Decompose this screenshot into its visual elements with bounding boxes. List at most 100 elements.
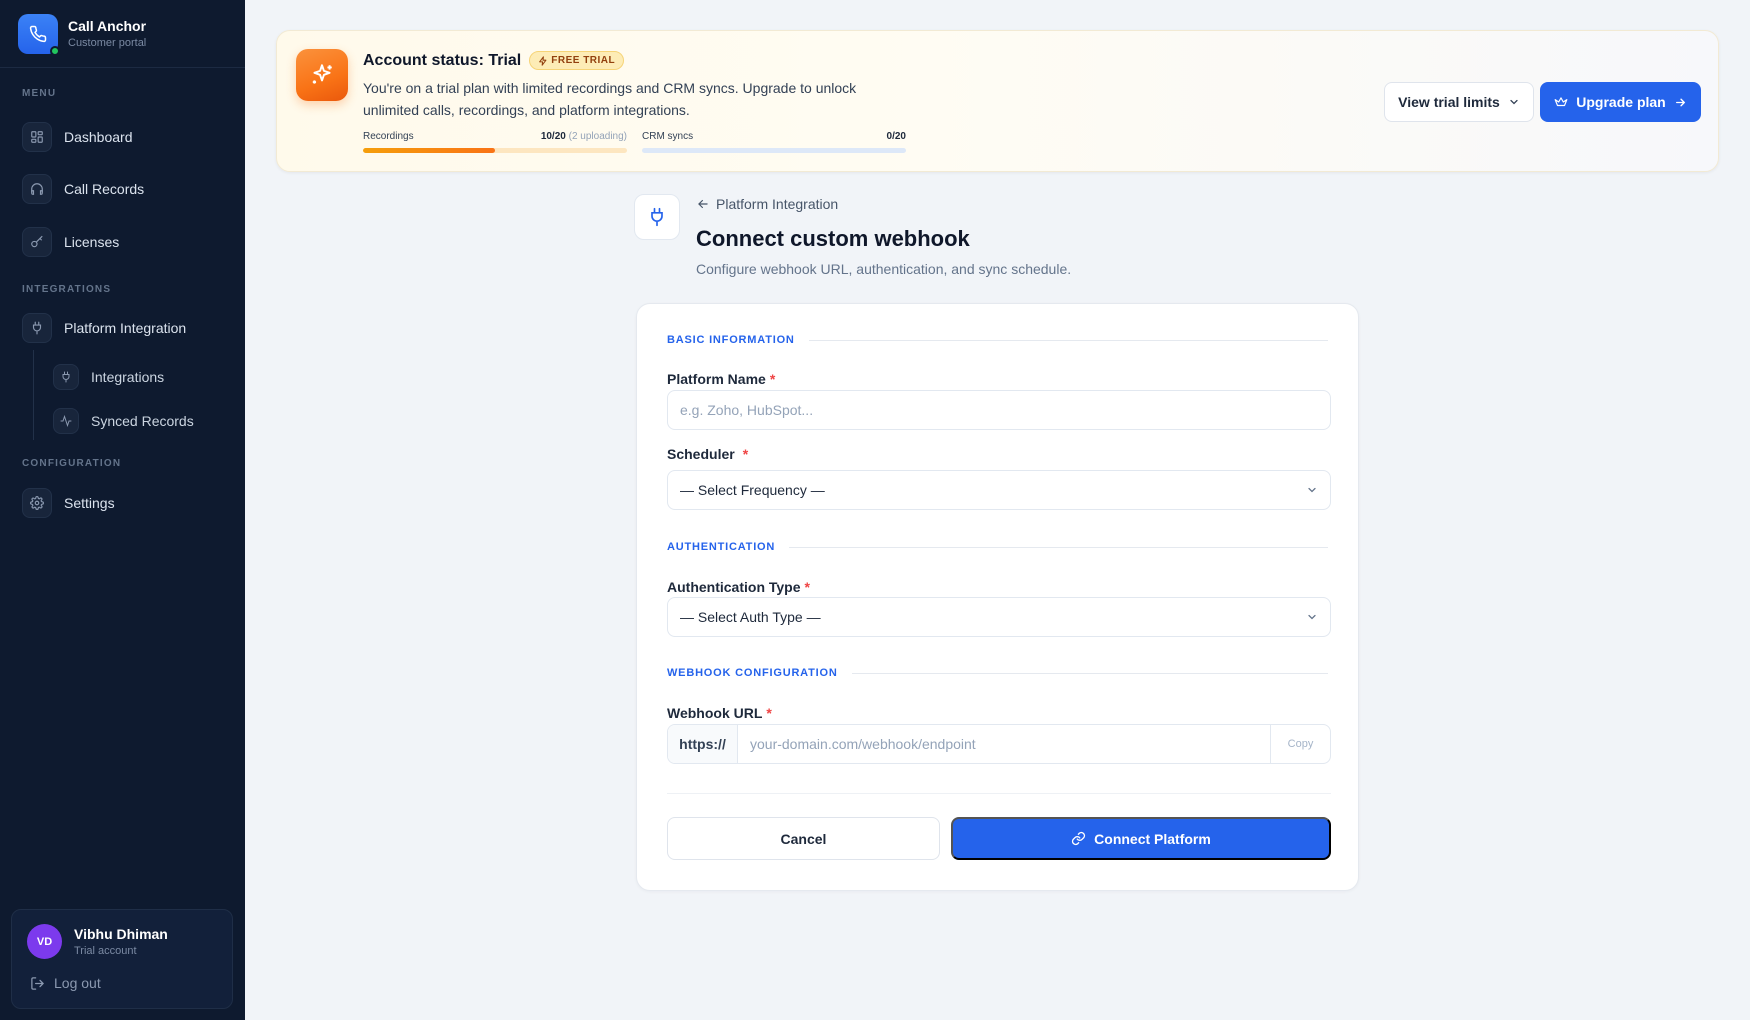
sidebar-item-settings[interactable]: Settings: [22, 488, 115, 518]
section-divider: [789, 546, 1328, 548]
configuration-section-label: CONFIGURATION: [22, 458, 122, 469]
form-footer-divider: [667, 793, 1331, 794]
sidebar-item-label: Integrations: [91, 369, 165, 385]
arrow-right-icon: [1675, 98, 1685, 106]
connect-platform-label: Connect Platform: [1094, 830, 1211, 847]
sidebar-item-licenses[interactable]: Licenses: [22, 227, 119, 257]
avatar[interactable]: VD: [27, 924, 62, 959]
scheduler-select[interactable]: — Select Frequency —: [667, 470, 1331, 510]
chevron-down-icon: [1308, 487, 1316, 493]
sidebar-item-integrations[interactable]: Integrations: [53, 364, 164, 390]
crm-syncs-progress-track: [642, 148, 906, 153]
chevron-down-icon: [1308, 614, 1316, 620]
grid-icon: [22, 122, 52, 152]
authentication-type-label: Authentication Type *: [667, 579, 810, 595]
banner-title-row: Account status: Trial FREE TRIAL: [363, 51, 625, 70]
sidebar-item-synced-records[interactable]: Synced Records: [53, 408, 194, 434]
crm-syncs-value: 0/20: [886, 131, 906, 142]
section-title: AUTHENTICATION: [667, 541, 776, 553]
sidebar-item-label: Licenses: [64, 234, 120, 250]
basic-information-section-header: BASIC INFORMATION: [667, 334, 1328, 346]
url-protocol-prefix: https://: [668, 725, 738, 763]
sidebar-item-call-records[interactable]: Call Records: [22, 174, 144, 204]
required-mark: *: [804, 579, 810, 595]
user-name: Vibhu Dhiman: [74, 926, 168, 942]
platform-name-label: Platform Name *: [667, 371, 775, 387]
sidebar-item-label: Settings: [64, 495, 115, 511]
activity-icon: [53, 408, 79, 434]
brand-subtitle: Customer portal: [68, 37, 147, 49]
sidebar-item-label: Synced Records: [91, 413, 194, 429]
upgrade-plan-label: Upgrade plan: [1576, 94, 1666, 110]
menu-section-label: MENU: [22, 88, 57, 99]
sidebar: Call Anchor Customer portal MENU Dashboa…: [0, 0, 245, 1020]
page-subtitle: Configure webhook URL, authentication, a…: [696, 261, 1072, 277]
bolt-icon: [539, 55, 547, 66]
user-role: Trial account: [74, 945, 137, 957]
plug-icon: [22, 313, 52, 343]
account-status-title: Account status: Trial: [363, 51, 522, 69]
recordings-meter: Recordings 10/20 (2 uploading): [363, 131, 627, 153]
sparkles-icon: [296, 49, 348, 101]
webhook-form: BASIC INFORMATION Platform Name* Schedul…: [636, 303, 1359, 891]
user-card: VD Vibhu Dhiman Trial account Log out: [11, 909, 233, 1009]
key-icon: [22, 227, 52, 257]
scheduler-label: Scheduler *: [667, 446, 748, 462]
webhook-configuration-section-header: WEBHOOK CONFIGURATION: [667, 667, 1328, 679]
logout-label: Log out: [54, 975, 101, 991]
trial-banner: Account status: Trial FREE TRIAL You're …: [276, 30, 1719, 172]
breadcrumb[interactable]: Platform Integration: [696, 196, 838, 212]
page-title: Connect custom webhook: [696, 226, 970, 251]
authentication-section-header: AUTHENTICATION: [667, 541, 1328, 553]
platform-name-input[interactable]: [667, 390, 1331, 430]
section-divider: [851, 672, 1328, 674]
gear-icon: [22, 488, 52, 518]
recordings-note: (2 uploading): [568, 131, 627, 142]
plug-icon: [53, 364, 79, 390]
authentication-type-select[interactable]: — Select Auth Type —: [667, 597, 1331, 637]
scheduler-selected-value: — Select Frequency —: [680, 482, 825, 498]
sidebar-item-dashboard[interactable]: Dashboard: [22, 122, 133, 152]
badge-label: FREE TRIAL: [551, 55, 616, 66]
webhook-url-label: Webhook URL *: [667, 705, 772, 721]
brand[interactable]: Call Anchor Customer portal: [0, 0, 245, 68]
sidebar-item-label: Platform Integration: [64, 320, 187, 336]
integrations-section-label: INTEGRATIONS: [22, 284, 112, 295]
recordings-progress-track: [363, 148, 627, 153]
logout-icon: [31, 976, 45, 990]
upgrade-plan-button[interactable]: Upgrade plan: [1540, 82, 1701, 122]
section-title: BASIC INFORMATION: [667, 334, 795, 346]
auth-type-selected-value: — Select Auth Type —: [680, 609, 821, 625]
recordings-progress-fill: [363, 148, 495, 153]
view-trial-limits-button[interactable]: View trial limits: [1384, 82, 1534, 122]
webhook-url-input[interactable]: [738, 725, 1270, 763]
online-status-dot: [50, 45, 60, 56]
crm-syncs-meter: CRM syncs 0/20: [642, 131, 906, 153]
brand-name: Call Anchor: [68, 18, 147, 34]
sidebar-item-platform-integration[interactable]: Platform Integration: [22, 313, 186, 343]
crm-syncs-label: CRM syncs: [642, 131, 694, 142]
copy-button[interactable]: Copy: [1270, 725, 1330, 763]
free-trial-badge: FREE TRIAL: [529, 51, 625, 70]
required-mark: *: [769, 371, 776, 387]
connect-platform-button[interactable]: Connect Platform: [951, 817, 1331, 860]
webhook-url-group: https:// Copy: [667, 724, 1331, 764]
field-label-text: Authentication Type: [667, 579, 801, 595]
breadcrumb-label: Platform Integration: [716, 196, 839, 212]
chevron-down-icon: [1510, 99, 1518, 105]
section-title: WEBHOOK CONFIGURATION: [667, 667, 838, 679]
plug-icon: [634, 194, 680, 240]
submenu-guide-line: [33, 350, 34, 440]
recordings-label: Recordings: [363, 131, 414, 142]
crown-icon: [1554, 97, 1568, 107]
arrow-left-icon: [698, 199, 708, 209]
field-label-text: Platform Name: [667, 371, 766, 387]
cancel-button[interactable]: Cancel: [667, 817, 940, 860]
required-mark: *: [766, 705, 772, 721]
link-icon: [1072, 831, 1086, 846]
recordings-value: 10/20: [540, 131, 566, 142]
headphones-icon: [22, 174, 52, 204]
logout-button[interactable]: Log out: [30, 975, 101, 991]
view-trial-limits-label: View trial limits: [1398, 94, 1500, 110]
sidebar-item-label: Call Records: [64, 181, 145, 197]
